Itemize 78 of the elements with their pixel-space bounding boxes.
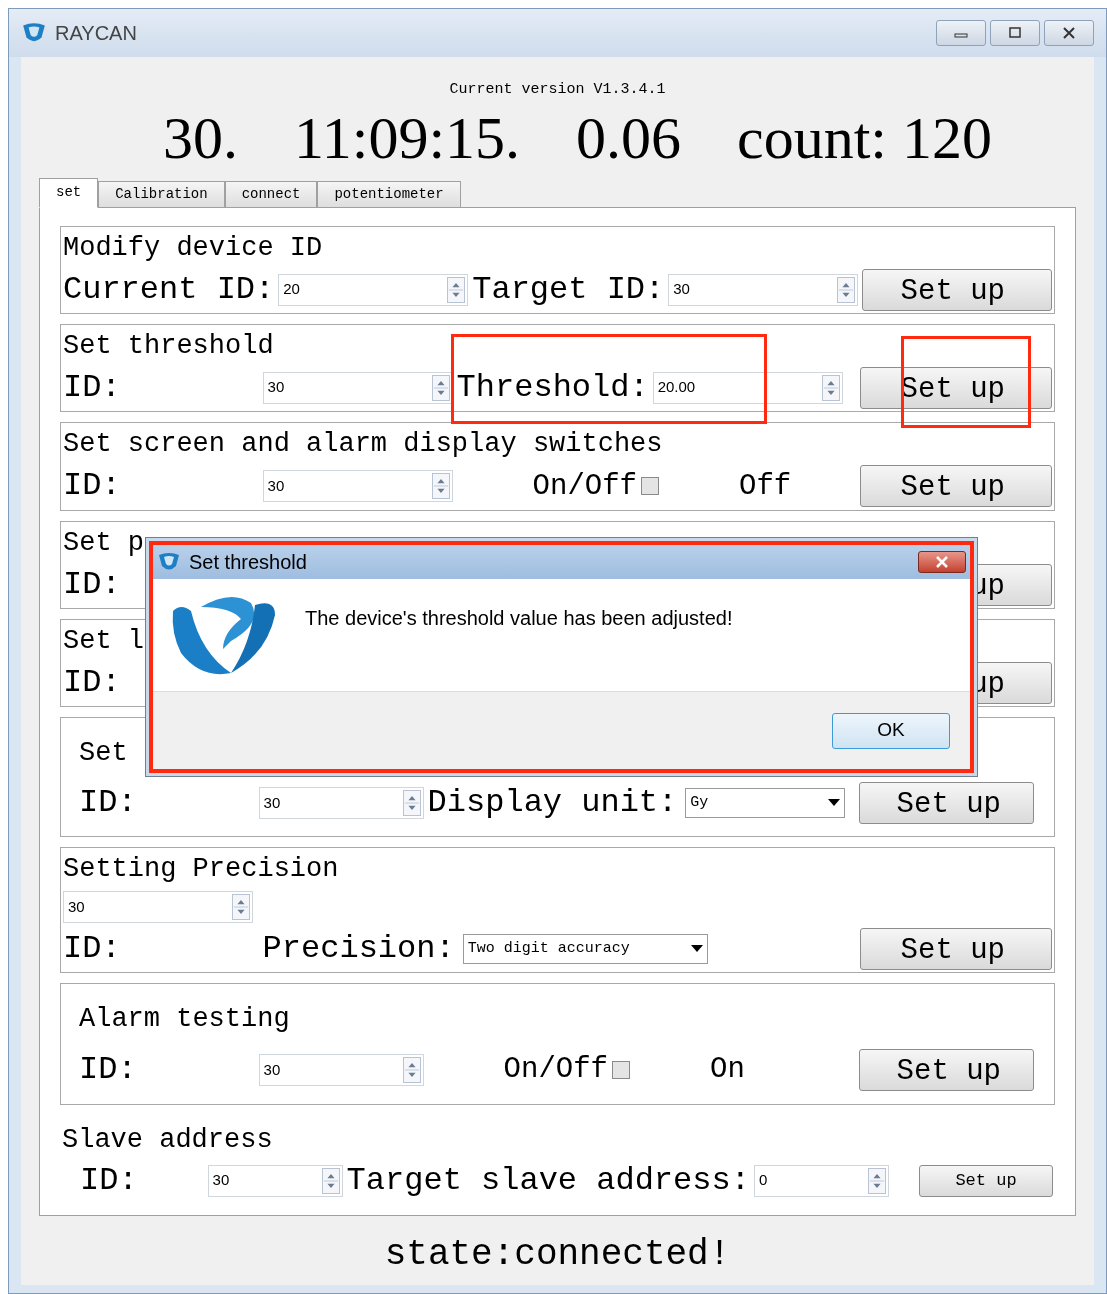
field-label: Current ID: bbox=[63, 269, 275, 310]
field-label: Display unit: bbox=[427, 783, 678, 823]
version-text: Current version V1.3.4.1 bbox=[449, 80, 666, 100]
tab[interactable]: Calibration bbox=[98, 180, 225, 208]
spinner-arrows-icon[interactable] bbox=[431, 374, 450, 401]
caret-icon bbox=[690, 945, 703, 953]
section-title: Set threshold bbox=[63, 329, 274, 363]
close-icon[interactable] bbox=[918, 551, 966, 573]
spin-field[interactable]: 30 bbox=[63, 891, 253, 923]
field-label: ID: bbox=[63, 565, 121, 605]
spin-field[interactable]: 30 bbox=[258, 787, 424, 819]
checkbox[interactable] bbox=[612, 1060, 631, 1079]
window-title: RAYCAN bbox=[55, 21, 137, 46]
tab[interactable]: connect bbox=[224, 180, 318, 208]
checkbox[interactable] bbox=[641, 477, 660, 496]
checkbox-label: On/Off bbox=[503, 1052, 609, 1088]
set-up-button[interactable]: Set up bbox=[859, 1048, 1034, 1091]
spin-field[interactable]: 30 bbox=[668, 273, 859, 306]
reading-value: 0.06 bbox=[576, 103, 682, 173]
spin-field[interactable]: 20.00 bbox=[652, 371, 843, 404]
field-label: Threshold: bbox=[456, 367, 649, 408]
spinner-arrows-icon[interactable] bbox=[447, 276, 466, 303]
caret-icon bbox=[828, 799, 841, 807]
field-label: ID: bbox=[79, 783, 137, 823]
tab[interactable]: set bbox=[39, 177, 99, 208]
section-title: Set p bbox=[63, 527, 144, 560]
section-title: Set screen and alarm display switches bbox=[63, 427, 663, 461]
field-label: ID: bbox=[63, 663, 121, 703]
spinner-arrows-icon[interactable] bbox=[402, 790, 421, 816]
dialog-message: The device's threshold value has been adjusted! bbox=[305, 606, 733, 631]
field-label: Precision: bbox=[262, 929, 455, 969]
minimize-icon[interactable] bbox=[936, 20, 986, 46]
field-label: Target slave address: bbox=[346, 1160, 750, 1201]
section-title: Setting Precision bbox=[63, 853, 339, 886]
switch-state-text: Off bbox=[739, 468, 792, 505]
spinner-arrows-icon[interactable] bbox=[402, 1056, 421, 1083]
dropdown[interactable]: Gy bbox=[685, 788, 846, 818]
status-text: state:connected! bbox=[384, 1232, 731, 1277]
spin-field[interactable]: 30 bbox=[262, 371, 453, 404]
dialog-title: Set threshold bbox=[189, 550, 307, 575]
set-up-button[interactable]: Set up bbox=[859, 782, 1034, 824]
ok-button[interactable]: OK bbox=[832, 712, 950, 749]
field-label: ID: bbox=[63, 466, 121, 507]
section-title: Set l bbox=[63, 625, 144, 658]
spinner-arrows-icon[interactable] bbox=[321, 1167, 340, 1194]
close-icon[interactable] bbox=[1044, 20, 1094, 46]
set-up-button[interactable]: Set up bbox=[860, 465, 1052, 508]
set-up-button[interactable]: Set up bbox=[860, 928, 1052, 970]
checkbox-label: On/Off bbox=[532, 468, 638, 505]
field-label: ID: bbox=[63, 367, 121, 408]
reading-value: 11:09:15. bbox=[293, 103, 521, 173]
spinner-arrows-icon[interactable] bbox=[431, 473, 450, 500]
spinner-arrows-icon[interactable] bbox=[837, 276, 856, 303]
spin-field[interactable]: 30 bbox=[258, 1053, 424, 1086]
reading-value: count: 120 bbox=[737, 103, 993, 173]
field-label: ID: bbox=[79, 1049, 137, 1090]
section-title: Slave address bbox=[62, 1123, 273, 1157]
tab[interactable]: potentiometer bbox=[317, 180, 461, 208]
spinner-arrows-icon[interactable] bbox=[232, 894, 250, 920]
reading-value: 30. bbox=[162, 103, 238, 173]
switch-state-text: On bbox=[710, 1052, 745, 1088]
dropdown[interactable]: Two digit accuracy bbox=[462, 934, 708, 964]
section-title: Set bbox=[79, 737, 128, 770]
spinner-arrows-icon[interactable] bbox=[821, 374, 840, 401]
set-up-button[interactable]: Set up bbox=[919, 1164, 1053, 1197]
spin-field[interactable]: 20 bbox=[278, 273, 469, 306]
maximize-icon[interactable] bbox=[990, 20, 1040, 46]
spin-field[interactable]: 30 bbox=[262, 470, 453, 503]
field-label: ID: bbox=[80, 1160, 138, 1201]
section-title: Alarm testing bbox=[79, 1003, 290, 1036]
spin-field[interactable]: 0 bbox=[753, 1164, 889, 1197]
set-up-button[interactable]: Set up bbox=[860, 366, 1052, 409]
field-label: Target ID: bbox=[472, 269, 665, 310]
set-up-button[interactable]: Set up bbox=[862, 268, 1052, 311]
spin-field[interactable]: 30 bbox=[207, 1164, 343, 1197]
spinner-arrows-icon[interactable] bbox=[867, 1167, 886, 1194]
section-title: Modify device ID bbox=[63, 231, 323, 265]
field-label: ID: bbox=[63, 929, 121, 969]
